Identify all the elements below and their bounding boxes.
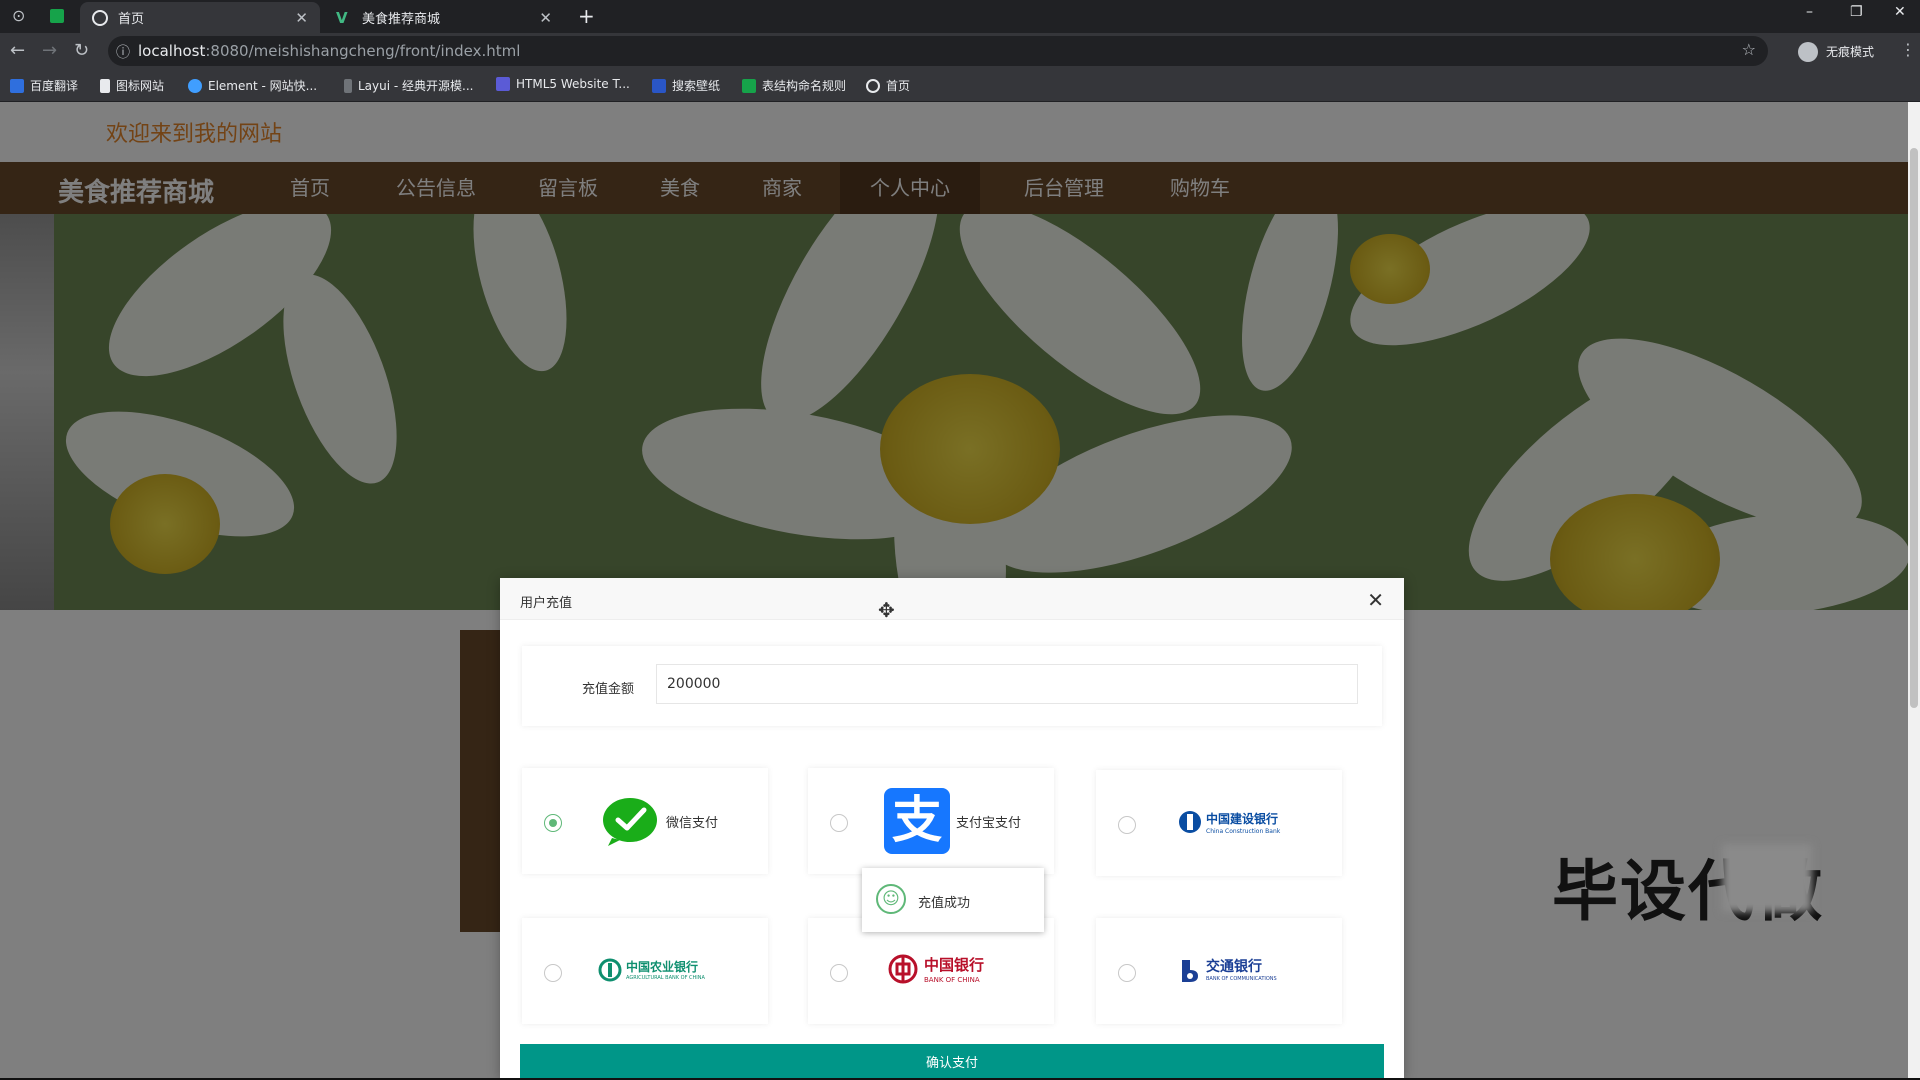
- payment-option-boc[interactable]: 中国银行 BANK OF CHINA: [808, 918, 1054, 1024]
- watermark-blur: [1722, 844, 1812, 912]
- payment-label: 微信支付: [666, 816, 719, 831]
- bookmark-item[interactable]: Element - 网站快...: [188, 77, 317, 94]
- tab-home[interactable]: 首页 ✕: [80, 2, 320, 33]
- bookmark-item[interactable]: 搜索壁纸: [652, 77, 720, 94]
- close-tab-icon[interactable]: ✕: [295, 9, 308, 27]
- url-host: localhost: [138, 42, 206, 60]
- success-toast: ☺ 充值成功: [862, 868, 1044, 932]
- scroll-thumb[interactable]: [1910, 148, 1918, 708]
- payment-option-bocom[interactable]: 交通银行 BANK OF COMMUNICATIONS: [1096, 918, 1342, 1024]
- amount-input[interactable]: [656, 664, 1358, 704]
- globe-icon: [866, 78, 880, 93]
- minimize-icon[interactable]: –: [1806, 4, 1813, 20]
- browser-tabbar: ⊙ 首页 ✕ V 美食推荐商城 ✕ + – ❐ ✕: [0, 0, 1920, 33]
- flag-icon: [100, 78, 110, 93]
- incognito-icon[interactable]: [1798, 42, 1818, 62]
- dialog-title: 用户充值: [520, 596, 573, 611]
- app-icon[interactable]: [50, 9, 64, 23]
- more-menu-icon[interactable]: ⋮: [1900, 40, 1916, 59]
- radio-abc[interactable]: [544, 964, 562, 982]
- browser-menu-icon[interactable]: ⊙: [12, 6, 25, 25]
- close-icon[interactable]: ✕: [1367, 588, 1384, 612]
- bank-sublabel: AGRICULTURAL BANK OF CHINA: [626, 975, 705, 981]
- payment-label: 中国银行: [924, 956, 985, 974]
- payment-label: 交通银行: [1206, 959, 1262, 975]
- sheet-icon: [742, 78, 756, 93]
- globe-icon: [92, 9, 108, 26]
- radio-bocom[interactable]: [1118, 964, 1136, 982]
- amount-section: 充值金额: [522, 646, 1382, 726]
- restore-icon[interactable]: ❐: [1850, 4, 1863, 20]
- alipay-icon: 支: [884, 788, 950, 854]
- bookmarks-bar: 百度翻译 图标网站 Element - 网站快... Layui - 经典开源模…: [0, 69, 1920, 102]
- html5-icon: [496, 77, 510, 91]
- dialog-header[interactable]: 用户充值 ✥ ✕: [500, 578, 1404, 622]
- radio-alipay[interactable]: [830, 814, 848, 832]
- radio-boc[interactable]: [830, 964, 848, 982]
- bookmark-item[interactable]: Layui - 经典开源模...: [344, 77, 473, 94]
- bookmark-item[interactable]: HTML5 Website T...: [496, 77, 630, 91]
- translate-icon: [10, 78, 24, 93]
- reload-icon[interactable]: ↻: [74, 40, 89, 61]
- bank-sublabel: BANK OF CHINA: [924, 976, 980, 984]
- bookmark-item[interactable]: 图标网站: [100, 77, 164, 94]
- toast-text: 充值成功: [918, 896, 971, 911]
- layui-icon: [344, 78, 352, 93]
- close-tab-icon[interactable]: ✕: [539, 9, 552, 27]
- page-viewport: 欢迎来到我的网站 美食推荐商城 首页 公告信息 留言板 美食 商家 个人中心 后…: [0, 102, 1908, 1078]
- move-icon[interactable]: ✥: [878, 598, 895, 622]
- tab-shop[interactable]: V 美食推荐商城 ✕: [324, 2, 564, 33]
- tab-title: 美食推荐商城: [362, 12, 441, 27]
- payment-label: 中国建设银行: [1206, 812, 1279, 826]
- bookmark-item[interactable]: 首页: [866, 77, 910, 94]
- payment-option-abc[interactable]: 中国农业银行 AGRICULTURAL BANK OF CHINA: [522, 918, 768, 1024]
- ccb-bank-icon: [1179, 811, 1201, 833]
- profile-label[interactable]: 无痕模式: [1826, 43, 1874, 60]
- url-path: :8080/meishishangcheng/front/index.html: [205, 42, 521, 60]
- address-bar[interactable]: ⓘ localhost:8080/meishishangcheng/front/…: [108, 36, 1768, 66]
- close-window-icon[interactable]: ✕: [1894, 4, 1906, 20]
- boc-bank-icon: [888, 954, 918, 984]
- wallpaper-icon: [652, 78, 666, 93]
- payment-label: 支付宝支付: [956, 816, 1022, 831]
- bookmark-item[interactable]: 表结构命名规则: [742, 77, 846, 94]
- payment-option-ccb[interactable]: 中国建设银行 China Construction Bank: [1096, 770, 1342, 876]
- back-icon[interactable]: ←: [10, 40, 25, 61]
- radio-wechat[interactable]: [544, 814, 562, 832]
- forward-icon[interactable]: →: [42, 40, 57, 61]
- bank-sublabel: BANK OF COMMUNICATIONS: [1206, 976, 1277, 982]
- bookmark-item[interactable]: 百度翻译: [10, 77, 78, 94]
- smile-icon: ☺: [876, 884, 906, 914]
- info-icon[interactable]: ⓘ: [116, 42, 130, 62]
- browser-toolbar: ← → ↻ ⓘ localhost:8080/meishishangcheng/…: [0, 33, 1920, 69]
- bank-sublabel: China Construction Bank: [1206, 828, 1281, 835]
- payment-option-alipay[interactable]: 支 支付宝支付: [808, 768, 1054, 874]
- abc-bank-icon: [598, 958, 622, 982]
- radio-ccb[interactable]: [1118, 816, 1136, 834]
- recharge-dialog: 用户充值 ✥ ✕ 充值金额 微信支付 支 支付宝支付: [500, 578, 1404, 1078]
- amount-label: 充值金额: [582, 682, 635, 697]
- tab-title: 首页: [118, 12, 145, 27]
- page-scrollbar[interactable]: [1908, 102, 1920, 1078]
- new-tab-icon[interactable]: +: [578, 4, 595, 28]
- wechat-pay-icon: [603, 798, 657, 846]
- payment-label: 中国农业银行: [626, 960, 699, 974]
- bocom-bank-icon: [1182, 960, 1198, 982]
- confirm-pay-button[interactable]: 确认支付: [520, 1044, 1384, 1078]
- payment-option-wechat[interactable]: 微信支付: [522, 768, 768, 874]
- vue-icon: V: [336, 8, 348, 27]
- element-icon: [188, 78, 202, 93]
- star-icon[interactable]: ☆: [1742, 40, 1756, 59]
